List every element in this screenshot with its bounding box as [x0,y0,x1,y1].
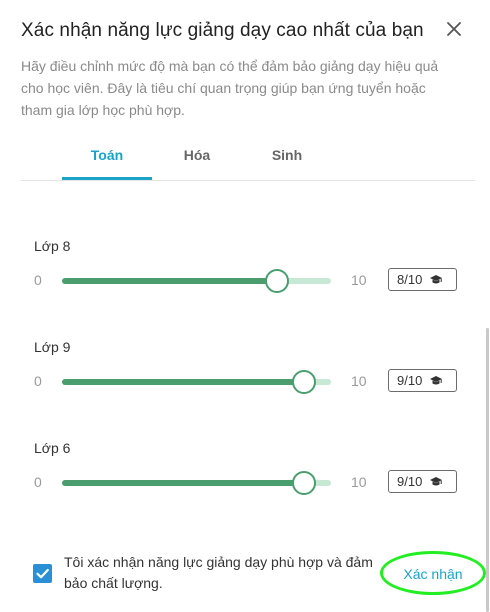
active-tab-indicator [62,177,152,180]
level-slider-fill [62,480,305,486]
scrollbar[interactable] [486,328,489,612]
grade-row: Lớp 9 0 10 9/10 [33,339,473,399]
graduation-cap-icon [430,375,443,384]
level-badge-value: 9/10 [397,373,423,388]
level-slider-thumb[interactable] [292,471,317,495]
grade-label: Lớp 8 [34,238,71,254]
level-slider-fill [62,278,278,284]
tab-sinh[interactable]: Sinh [257,147,317,163]
tab-hoa[interactable]: Hóa [167,147,227,163]
tab-toan[interactable]: Toán [62,147,152,163]
confirm-checkbox[interactable] [33,564,52,583]
level-slider-thumb[interactable] [292,370,317,394]
level-slider-track[interactable] [62,278,331,284]
level-slider-thumb[interactable] [265,269,290,293]
confirm-button-highlight: Xác nhận [380,551,486,595]
level-slider-fill [62,379,305,385]
graduation-cap-icon [430,274,443,283]
dialog-title: Xác nhận năng lực giảng dạy cao nhất của… [21,20,424,41]
slider-min-label: 0 [34,272,42,288]
slider-min-label: 0 [34,373,42,389]
slider-max-label: 10 [351,373,367,389]
close-icon[interactable] [443,18,465,40]
level-badge: 9/10 [388,369,457,392]
level-badge: 9/10 [388,470,457,493]
slider-max-label: 10 [351,272,367,288]
confirm-button[interactable]: Xác nhận [392,563,474,585]
slider-min-label: 0 [34,474,42,490]
grade-label: Lớp 9 [34,339,71,355]
grade-label: Lớp 6 [34,440,71,456]
dialog-description: Hãy điều chỉnh mức độ mà bạn có thể đảm … [21,58,439,118]
level-badge-value: 8/10 [397,272,423,287]
slider-max-label: 10 [351,474,367,490]
graduation-cap-icon [430,476,443,485]
grade-row: Lớp 8 0 10 8/10 [33,238,473,298]
level-slider-track[interactable] [62,480,331,486]
level-badge: 8/10 [388,268,457,291]
dialog: Xác nhận năng lực giảng dạy cao nhất của… [0,0,490,612]
subject-tabs: Toán Hóa Sinh [21,140,475,181]
level-badge-value: 9/10 [397,474,423,489]
confirm-text: Tôi xác nhận năng lực giảng dạy phù hợp … [64,554,373,591]
grade-row: Lớp 6 0 10 9/10 [33,440,473,500]
level-slider-track[interactable] [62,379,331,385]
checkmark-icon [36,568,49,579]
